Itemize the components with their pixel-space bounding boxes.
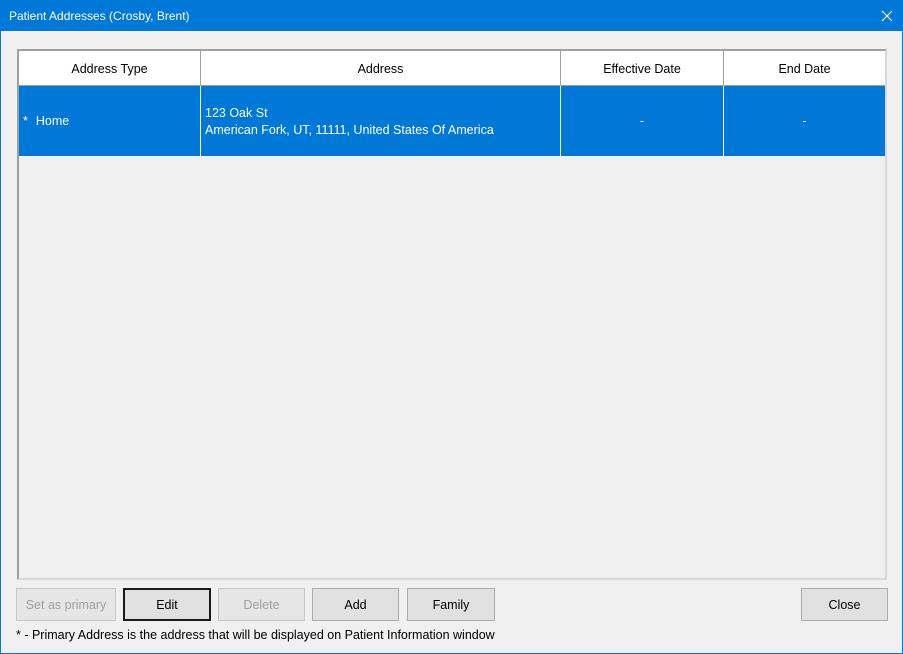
set-as-primary-button[interactable]: Set as primary <box>16 588 116 621</box>
address-line-1: 123 Oak St <box>205 106 268 120</box>
edit-button[interactable]: Edit <box>123 588 211 621</box>
close-icon <box>881 10 893 22</box>
address-type-value: Home <box>35 114 70 128</box>
cell-effective-date: - <box>561 86 724 156</box>
column-header-end-date[interactable]: End Date <box>724 51 885 86</box>
cell-end-date: - <box>802 114 807 128</box>
primary-marker: * <box>23 114 28 128</box>
primary-address-footnote: * - Primary Address is the address that … <box>16 628 495 642</box>
delete-button[interactable]: Delete <box>218 588 305 621</box>
cell-address-type: * Home <box>19 86 201 156</box>
window-close-button[interactable] <box>872 1 902 31</box>
column-header-effective-date[interactable]: Effective Date <box>561 51 724 86</box>
window-title: Patient Addresses (Crosby, Brent) <box>9 9 190 23</box>
patient-addresses-window: Patient Addresses (Crosby, Brent) Addres… <box>0 0 903 654</box>
add-button[interactable]: Add <box>312 588 399 621</box>
address-line-2: American Fork, UT, 11111, United States … <box>205 123 494 137</box>
column-header-address-type[interactable]: Address Type <box>19 51 201 86</box>
close-button[interactable]: Close <box>801 588 888 621</box>
cell-address: 123 Oak St American Fork, UT, 11111, Uni… <box>201 86 561 156</box>
table-row[interactable]: * Home 123 Oak St American Fork, UT, 111… <box>19 86 885 156</box>
addresses-grid[interactable]: Address Type Address Effective Date End … <box>17 49 887 580</box>
column-header-address[interactable]: Address <box>201 51 561 86</box>
title-bar[interactable]: Patient Addresses (Crosby, Brent) <box>1 1 902 31</box>
grid-header: Address Type Address Effective Date End … <box>19 51 885 86</box>
family-button[interactable]: Family <box>407 588 495 621</box>
